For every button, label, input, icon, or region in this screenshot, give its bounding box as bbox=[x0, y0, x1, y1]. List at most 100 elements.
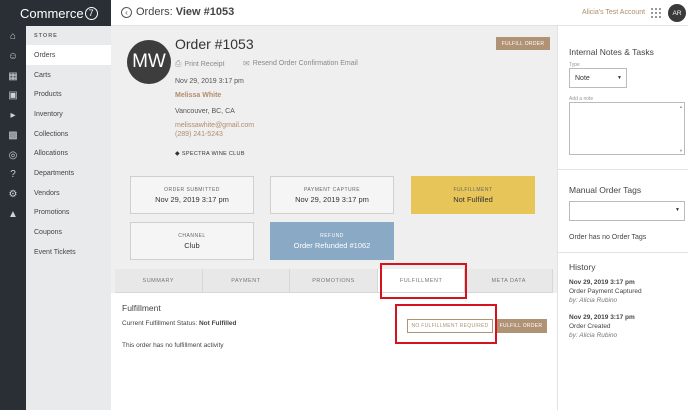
printer-icon: ⎙ bbox=[175, 59, 182, 68]
store-icon[interactable]: ▦ bbox=[7, 70, 19, 82]
right-panel: Internal Notes & Tasks Type Note ▼ Add a… bbox=[557, 26, 688, 410]
resend-confirmation-label: Resend Order Confirmation Email bbox=[252, 60, 358, 67]
customer-avatar: MW bbox=[127, 40, 171, 84]
status-label: Current Fulfillment Status: bbox=[122, 320, 199, 327]
print-receipt-label: Print Receipt bbox=[184, 60, 225, 68]
tags-title: Manual Order Tags bbox=[569, 185, 642, 195]
fulfill-order-button-secondary[interactable]: FULFILL ORDER bbox=[495, 319, 547, 333]
help-icon[interactable]: ? bbox=[7, 168, 19, 180]
card-value: Not Fulfilled bbox=[453, 194, 493, 204]
divider bbox=[558, 169, 688, 170]
page-title-prefix: Orders: bbox=[136, 6, 176, 18]
order-tags-select[interactable]: ▼ bbox=[569, 201, 685, 221]
note-type-value: Note bbox=[575, 74, 590, 82]
page-title-main: View #1053 bbox=[175, 6, 235, 18]
envelope-icon: ✉ bbox=[243, 59, 250, 68]
status-value: Not Fulfilled bbox=[198, 320, 237, 327]
caret-down-icon: ▼ bbox=[675, 207, 680, 213]
sidebar-item-departments[interactable]: Departments bbox=[26, 163, 111, 183]
megaphone-icon[interactable]: ▸ bbox=[7, 109, 19, 121]
club-badge: ◆ SPECTRA WINE CLUB bbox=[175, 150, 245, 158]
customer-email[interactable]: melissawhite@gmail.com bbox=[175, 122, 254, 129]
scroll-down-icon[interactable]: ▼ bbox=[679, 148, 683, 153]
card-label: CHANNEL bbox=[178, 232, 206, 239]
brand-name: Commerce bbox=[20, 5, 84, 21]
settings-icon[interactable]: ⚙ bbox=[7, 188, 19, 200]
panel-title: Fulfillment bbox=[122, 303, 161, 313]
chart-icon[interactable]: ▩ bbox=[7, 129, 19, 141]
gift-icon[interactable]: ▣ bbox=[7, 89, 19, 101]
back-arrow-icon[interactable]: ‹ bbox=[121, 7, 132, 18]
thumbs-up-icon[interactable]: ▲ bbox=[7, 208, 19, 220]
sidebar-nav: STORE Orders Carts Products Inventory Co… bbox=[26, 26, 111, 410]
highlight-box-tab bbox=[380, 263, 467, 299]
sidebar-item-products[interactable]: Products bbox=[26, 84, 111, 104]
globe-icon[interactable]: ◎ bbox=[7, 149, 19, 161]
diamond-icon: ◆ bbox=[175, 151, 180, 157]
sidebar-item-event-tickets[interactable]: Event Tickets bbox=[26, 242, 111, 262]
fulfillment-card: FULFILLMENT Not Fulfilled bbox=[411, 176, 535, 214]
tab-payment[interactable]: PAYMENT bbox=[202, 269, 291, 292]
notes-title: Internal Notes & Tasks bbox=[569, 47, 654, 57]
account-name[interactable]: Alicia's Test Account bbox=[582, 9, 645, 16]
customer-name[interactable]: Melissa White bbox=[175, 92, 221, 99]
card-value: Nov 29, 2019 3:17 pm bbox=[155, 194, 229, 204]
sidebar-item-allocations[interactable]: Allocations bbox=[26, 143, 111, 163]
no-activity-text: This order has no fulfillment activity bbox=[122, 342, 224, 349]
history-date: Nov 29, 2019 3:17 pm bbox=[569, 279, 635, 286]
payment-capture-card: PAYMENT CAPTURE Nov 29, 2019 3:17 pm bbox=[270, 176, 394, 214]
tab-meta-data[interactable]: META DATA bbox=[465, 269, 553, 292]
user-icon[interactable]: ☺ bbox=[7, 50, 19, 62]
sidebar-item-promotions[interactable]: Promotions bbox=[26, 202, 111, 222]
main-content: MW Order #1053 FULFILL ORDER ⎙ Print Rec… bbox=[111, 26, 557, 410]
sidebar-item-orders[interactable]: Orders bbox=[26, 45, 111, 65]
tab-summary[interactable]: SUMMARY bbox=[115, 269, 203, 292]
nav-section-title: STORE bbox=[34, 33, 58, 39]
card-label: REFUND bbox=[320, 232, 344, 239]
no-tags-text: Order has no Order Tags bbox=[569, 234, 647, 241]
history-author: by: Alicia Rubino bbox=[569, 332, 618, 339]
print-receipt-link[interactable]: ⎙ Print Receipt bbox=[175, 59, 224, 69]
sidebar-item-coupons[interactable]: Coupons bbox=[26, 222, 111, 242]
customer-phone[interactable]: (289) 241-5243 bbox=[175, 131, 223, 138]
highlight-box-button bbox=[395, 304, 497, 344]
card-label: PAYMENT CAPTURE bbox=[303, 186, 361, 193]
history-date: Nov 29, 2019 3:17 pm bbox=[569, 314, 635, 321]
sidebar-item-vendors[interactable]: Vendors bbox=[26, 183, 111, 203]
sidebar-item-inventory[interactable]: Inventory bbox=[26, 104, 111, 124]
history-event: Order Payment Captured bbox=[569, 288, 642, 295]
refund-card[interactable]: REFUND Order Refunded #1062 bbox=[270, 222, 394, 260]
fulfillment-status: Current Fulfillment Status: Not Fulfille… bbox=[122, 320, 237, 327]
order-tabs: SUMMARY PAYMENT PROMOTIONS FULFILLMENT M… bbox=[115, 269, 553, 293]
history-author: by: Alicia Rubino bbox=[569, 297, 618, 304]
card-label: FULFILLMENT bbox=[453, 186, 493, 193]
order-date: Nov 29, 2019 3:17 pm bbox=[175, 78, 244, 85]
card-value: Order Refunded #1062 bbox=[293, 240, 371, 250]
scroll-up-icon[interactable]: ▲ bbox=[679, 104, 683, 109]
page-title: Orders: View #1053 bbox=[136, 6, 234, 18]
order-submitted-card: ORDER SUBMITTED Nov 29, 2019 3:17 pm bbox=[130, 176, 254, 214]
customer-location: Vancouver, BC, CA bbox=[175, 108, 235, 115]
caret-down-icon: ▼ bbox=[617, 75, 622, 81]
apps-grid-icon[interactable] bbox=[651, 8, 661, 18]
card-value: Nov 29, 2019 3:17 pm bbox=[295, 194, 369, 204]
top-bar: Commerce 7 ‹ Orders: View #1053 Alicia's… bbox=[0, 0, 688, 26]
history-event: Order Created bbox=[569, 323, 611, 330]
resend-confirmation-link[interactable]: ✉ Resend Order Confirmation Email bbox=[243, 59, 358, 68]
brand-logo[interactable]: Commerce 7 bbox=[0, 0, 111, 26]
divider bbox=[558, 252, 688, 253]
user-avatar[interactable]: AR bbox=[668, 4, 686, 22]
sidebar-item-carts[interactable]: Carts bbox=[26, 65, 111, 85]
history-item: Nov 29, 2019 3:17 pm Order Created by: A… bbox=[569, 313, 635, 340]
tab-promotions[interactable]: PROMOTIONS bbox=[290, 269, 378, 292]
sidebar-item-collections[interactable]: Collections bbox=[26, 124, 111, 144]
fulfill-order-button[interactable]: FULFILL ORDER bbox=[496, 37, 550, 50]
note-textarea[interactable]: ▲ ▼ bbox=[569, 102, 685, 155]
history-item: Nov 29, 2019 3:17 pm Order Payment Captu… bbox=[569, 278, 642, 305]
icon-rail: ⌂ ☺ ▦ ▣ ▸ ▩ ◎ ? ⚙ ▲ bbox=[0, 26, 26, 410]
history-title: History bbox=[569, 262, 596, 272]
card-label: ORDER SUBMITTED bbox=[164, 186, 220, 193]
channel-card: CHANNEL Club bbox=[130, 222, 254, 260]
note-type-select[interactable]: Note ▼ bbox=[569, 68, 627, 88]
home-icon[interactable]: ⌂ bbox=[7, 30, 19, 42]
